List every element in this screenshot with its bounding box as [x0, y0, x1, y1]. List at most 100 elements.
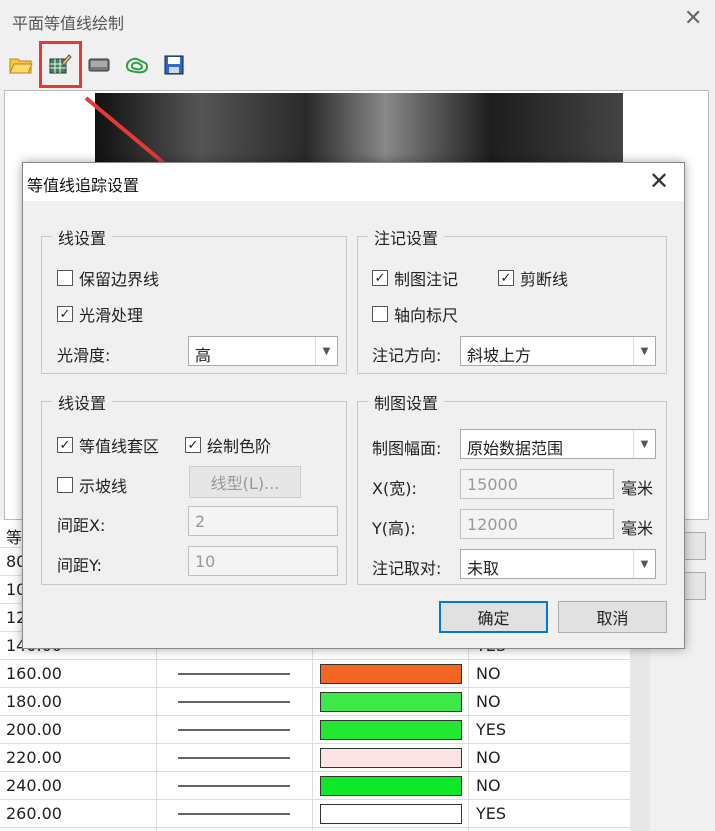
width-input[interactable]: 15000	[460, 469, 614, 499]
table-row[interactable]: 180.00 NO	[0, 688, 630, 716]
smooth-checkbox[interactable]: ✓ 光滑处理	[57, 302, 143, 326]
group-title: 线设置	[52, 225, 113, 249]
checkmark-icon: ✓	[498, 270, 514, 286]
checkbox-label: 轴向标尺	[394, 306, 459, 325]
annotation-pair-label: 注记取对:	[372, 559, 442, 578]
checkmark-icon: ✓	[372, 270, 388, 286]
toolbar	[0, 44, 715, 90]
color-swatch[interactable]	[320, 804, 462, 824]
dem-raster-image	[95, 93, 623, 163]
cancel-button[interactable]: 取消	[558, 601, 667, 633]
dialog-close-icon[interactable]: ✕	[649, 167, 669, 195]
checkbox-box	[372, 306, 388, 322]
table-row[interactable]: 220.00 NO	[0, 744, 630, 772]
line-style-swatch	[178, 673, 290, 675]
table-cell-flag: NO	[476, 776, 501, 795]
table-row[interactable]: 160.00 NO	[0, 660, 630, 688]
slope-line-checkbox[interactable]: 示坡线	[57, 473, 127, 497]
table-cell-value: 240.00	[6, 776, 62, 795]
line-style-swatch	[178, 729, 290, 731]
group-title: 注记设置	[368, 225, 445, 249]
group-title: 制图设置	[368, 390, 445, 414]
checkbox-box	[57, 477, 73, 493]
checkbox-label: 制图注记	[394, 270, 459, 289]
dialog-titlebar: 等值线追踪设置 ✕	[23, 163, 684, 201]
ok-button[interactable]: 确定	[439, 601, 548, 633]
select-value: 未取	[467, 559, 500, 578]
input-value: 2	[195, 512, 206, 531]
map-frame-label: 制图幅面:	[372, 439, 442, 458]
spacing-y-label: 间距Y:	[57, 556, 103, 575]
table-cell-flag: NO	[476, 692, 501, 711]
spacing-x-input[interactable]: 2	[188, 506, 338, 536]
contour-tracking-settings-dialog: 等值线追踪设置 ✕ 线设置 保留边界线 ✓ 光滑处理 光滑度: 高 ▼ 注记设置…	[22, 162, 685, 649]
axis-ruler-checkbox[interactable]: 轴向标尺	[372, 302, 458, 326]
checkmark-icon: ✓	[57, 437, 73, 453]
table-header-partial: 等	[6, 528, 23, 547]
contour-zone-checkbox[interactable]: ✓ 等值线套区	[57, 433, 159, 457]
display-icon[interactable]	[84, 50, 114, 80]
select-value: 高	[195, 346, 212, 365]
checkmark-icon: ✓	[57, 306, 73, 322]
line-settings-group-2: 线设置 ✓ 等值线套区 ✓ 绘制色阶 示坡线 线型(L)... 间距X: 2 间…	[41, 390, 347, 585]
chevron-down-icon: ▼	[315, 337, 337, 365]
height-input[interactable]: 12000	[460, 509, 614, 539]
checkbox-label: 绘制色阶	[207, 437, 272, 456]
checkbox-label: 等值线套区	[79, 437, 160, 456]
main-titlebar: 平面等值线绘制 ✕	[0, 0, 715, 42]
draw-color-checkbox[interactable]: ✓ 绘制色阶	[185, 433, 271, 457]
chevron-down-icon: ▼	[633, 337, 655, 365]
checkbox-label: 光滑处理	[79, 306, 144, 325]
table-cell-value: 180.00	[6, 692, 62, 711]
open-folder-icon[interactable]	[6, 50, 36, 80]
annotation-direction-label: 注记方向:	[372, 346, 442, 365]
table-cell-flag: YES	[476, 720, 507, 739]
annotation-direction-select[interactable]: 斜坡上方 ▼	[460, 336, 656, 366]
contour-line-icon[interactable]	[122, 50, 152, 80]
color-swatch[interactable]	[320, 776, 462, 796]
line-style-swatch	[178, 701, 290, 703]
checkbox-label: 保留边界线	[79, 270, 160, 289]
main-close-icon[interactable]: ✕	[684, 6, 702, 31]
spacing-x-label: 间距X:	[57, 516, 106, 535]
color-swatch[interactable]	[320, 664, 462, 684]
map-frame-select[interactable]: 原始数据范围 ▼	[460, 429, 656, 459]
annotation-settings-group: 注记设置 ✓ 制图注记 ✓ 剪断线 轴向标尺 注记方向: 斜坡上方 ▼	[357, 225, 667, 374]
table-row[interactable]: 200.00 YES	[0, 716, 630, 744]
table-cell-value: 260.00	[6, 804, 62, 823]
select-value: 原始数据范围	[467, 439, 564, 458]
checkbox-label: 示坡线	[79, 477, 128, 496]
input-value: 12000	[467, 515, 518, 534]
smoothness-select[interactable]: 高 ▼	[188, 336, 338, 366]
keep-boundary-checkbox[interactable]: 保留边界线	[57, 266, 159, 290]
chevron-down-icon: ▼	[633, 430, 655, 458]
input-value: 10	[195, 552, 216, 571]
group-title: 线设置	[52, 390, 113, 414]
main-window-title: 平面等值线绘制	[12, 14, 125, 33]
annotation-pair-select[interactable]: 未取 ▼	[460, 549, 656, 579]
table-cell-value: 200.00	[6, 720, 62, 739]
toolbar-highlight-box	[39, 41, 82, 88]
map-annotation-checkbox[interactable]: ✓ 制图注记	[372, 266, 458, 290]
spacing-y-input[interactable]: 10	[188, 546, 338, 576]
width-label: X(宽):	[372, 479, 417, 498]
table-row[interactable]: 260.00 YES	[0, 800, 630, 828]
smoothness-label: 光滑度:	[57, 346, 111, 365]
cut-line-checkbox[interactable]: ✓ 剪断线	[498, 266, 568, 290]
checkbox-box	[57, 270, 73, 286]
map-settings-group: 制图设置 制图幅面: 原始数据范围 ▼ X(宽): 15000 毫米 Y(高):…	[357, 390, 667, 585]
dialog-title: 等值线追踪设置	[27, 176, 140, 195]
line-style-swatch	[178, 757, 290, 759]
chevron-down-icon: ▼	[633, 550, 655, 578]
table-cell-value: 220.00	[6, 748, 62, 767]
line-style-swatch	[178, 785, 290, 787]
color-swatch[interactable]	[320, 692, 462, 712]
line-type-button[interactable]: 线型(L)...	[189, 466, 301, 498]
table-cell-flag: YES	[476, 804, 507, 823]
input-value: 15000	[467, 475, 518, 494]
color-swatch[interactable]	[320, 720, 462, 740]
line-settings-group: 线设置 保留边界线 ✓ 光滑处理 光滑度: 高 ▼	[41, 225, 347, 374]
table-row[interactable]: 240.00 NO	[0, 772, 630, 800]
save-icon[interactable]	[159, 50, 189, 80]
color-swatch[interactable]	[320, 748, 462, 768]
